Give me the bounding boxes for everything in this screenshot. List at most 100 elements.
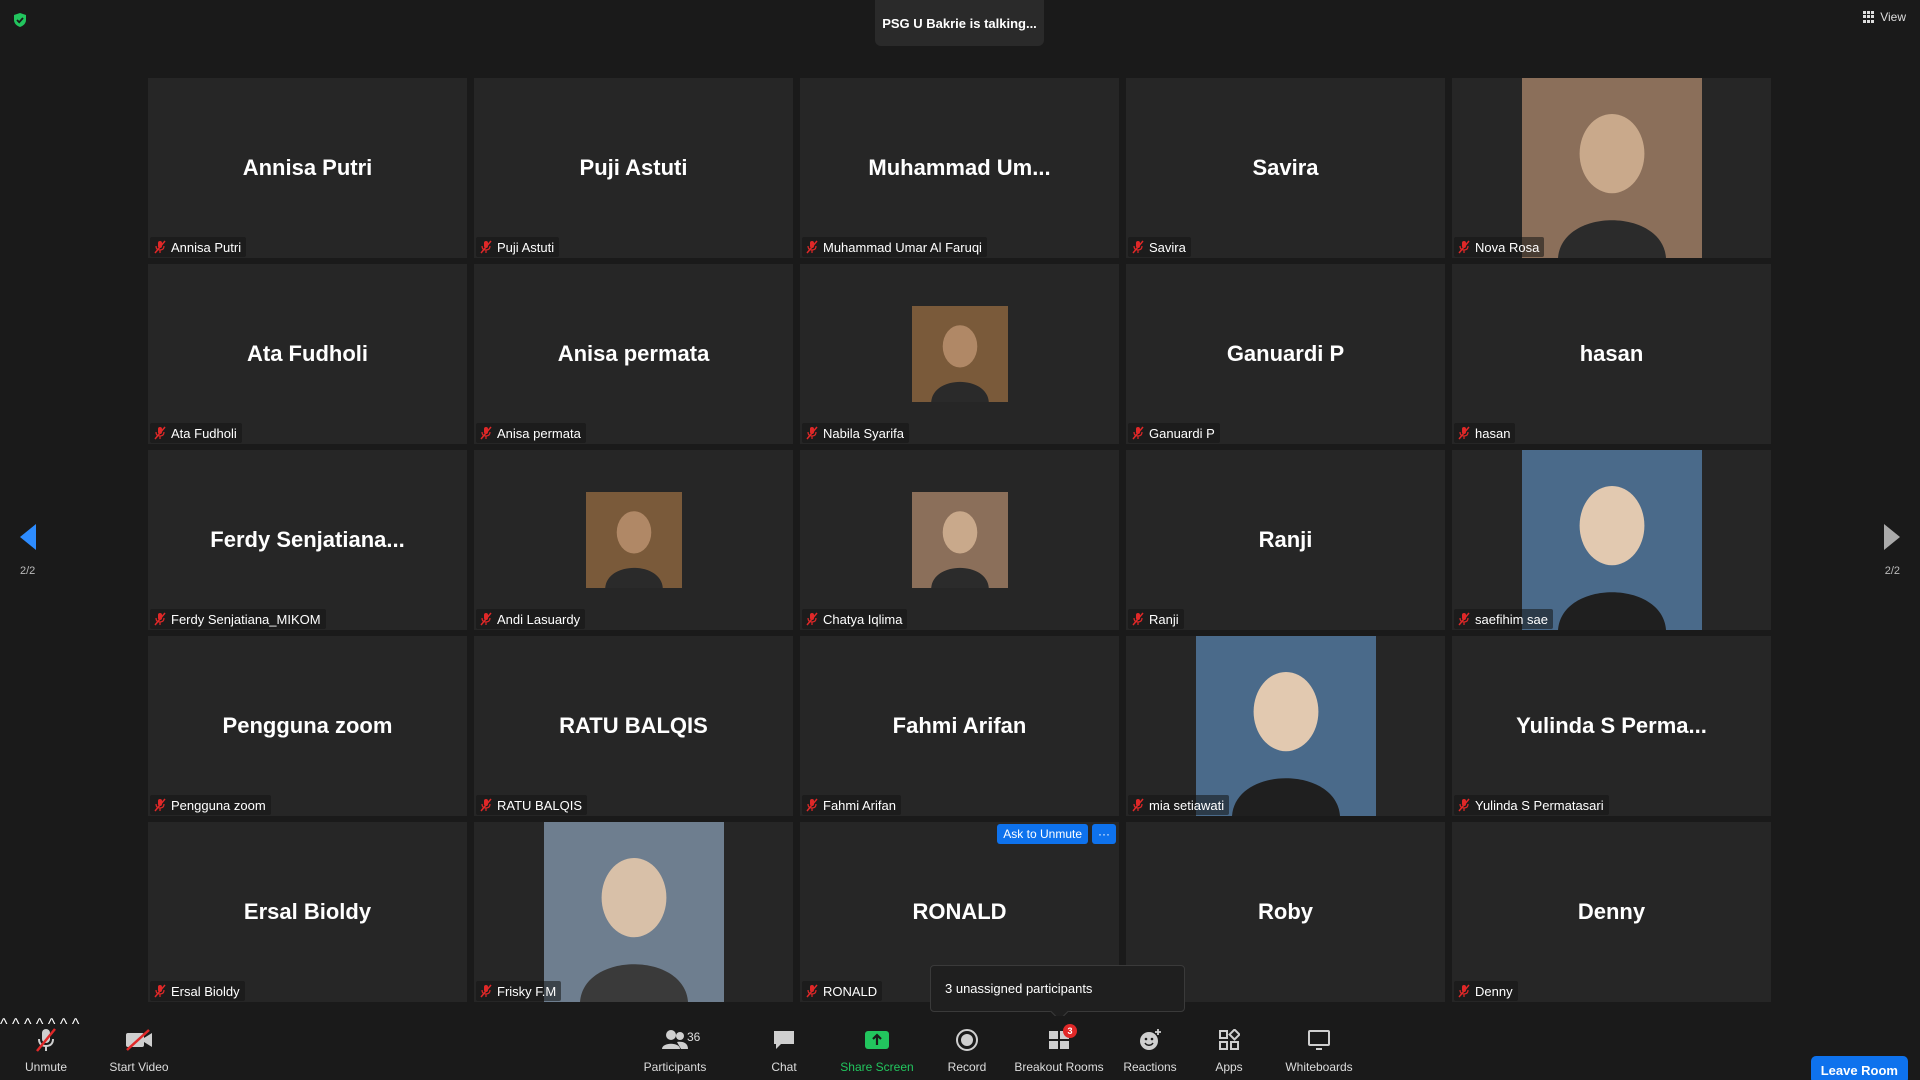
participant-name: Puji Astuti (497, 239, 555, 255)
muted-microphone-icon (1132, 798, 1144, 812)
participant-tile[interactable]: Ferdy Senjatiana... Ferdy Senjatiana_MIKO… (148, 450, 467, 630)
participant-name: Ersal Bioldy (171, 983, 240, 999)
participant-name-label: RATU BALQIS (476, 795, 588, 815)
share-screen-button[interactable]: Share Screen (840, 1016, 914, 1080)
participant-tile[interactable]: Fahmi Arifan Fahmi Arifan (800, 636, 1119, 816)
muted-microphone-icon (154, 240, 166, 254)
active-speaker-banner: PSG U Bakrie is talking... (875, 0, 1044, 46)
participants-icon: 36 (659, 1026, 700, 1054)
reactions-button[interactable]: Reactions (1123, 1016, 1177, 1080)
participant-tile[interactable]: Pengguna zoom Pengguna zoom (148, 636, 467, 816)
participant-tile[interactable]: Puji Astuti Puji Astuti (474, 78, 793, 258)
muted-microphone-icon (154, 984, 166, 998)
participant-video-thumbnail (911, 306, 1008, 402)
participant-tile[interactable]: Nabila Syarifa (800, 264, 1119, 444)
participant-tile[interactable]: Frisky F.M (474, 822, 793, 1002)
chat-button[interactable]: Chat (762, 1016, 806, 1080)
participant-display-name: RATU BALQIS (559, 713, 708, 738)
breakout-rooms-button[interactable]: 3 Breakout Rooms (1014, 1016, 1104, 1080)
start-video-button[interactable]: Start Video (106, 1016, 172, 1080)
participant-tile[interactable]: Muhammad Um... Muhammad Umar Al Faruqi (800, 78, 1119, 258)
whiteboards-options-caret[interactable]: ^ (72, 1016, 80, 1033)
participant-display-name: Ranji (1258, 527, 1313, 552)
muted-microphone-icon (1458, 612, 1470, 626)
participant-tile[interactable]: Savira Savira (1126, 78, 1445, 258)
participant-tile[interactable]: Anisa permata Anisa permata (474, 264, 793, 444)
participant-tile[interactable]: mia setiawati (1126, 636, 1445, 816)
next-page-arrow-icon[interactable] (1882, 522, 1902, 552)
apps-button[interactable]: Apps (1212, 1016, 1246, 1080)
participant-name: Ata Fudholi (171, 425, 237, 441)
participant-name: Denny (1475, 983, 1513, 999)
muted-microphone-icon (806, 798, 818, 812)
view-button[interactable]: View (1863, 10, 1906, 24)
audio-options-caret[interactable]: ^ (0, 1016, 8, 1033)
participant-display-name: Muhammad Um... (868, 155, 1051, 180)
breakout-rooms-icon: 3 (1043, 1024, 1077, 1054)
breakout-rooms-label: Breakout Rooms (1014, 1060, 1104, 1074)
more-options-button[interactable]: ··· (1092, 824, 1116, 844)
participant-tile[interactable]: Ranji Ranji (1126, 450, 1445, 630)
participant-name-label: Fahmi Arifan (802, 795, 901, 815)
whiteboards-label: Whiteboards (1285, 1060, 1353, 1074)
participant-tile[interactable]: Ganuardi P Ganuardi P (1126, 264, 1445, 444)
meeting-controls-toolbar: Unmute ^ Start Video ^ 36 Participants C… (0, 1016, 1920, 1080)
chat-bubble-icon (768, 1026, 800, 1054)
participant-tile[interactable]: Chatya Iqlima (800, 450, 1119, 630)
participant-display-name: hasan (1579, 341, 1644, 366)
participant-display-name: Pengguna zoom (222, 713, 393, 738)
video-off-icon (123, 1026, 155, 1054)
security-shield-icon[interactable] (12, 12, 28, 28)
muted-microphone-icon (154, 426, 166, 440)
participant-tile[interactable]: Nova Rosa (1452, 78, 1771, 258)
participants-button[interactable]: 36 Participants (640, 1016, 710, 1080)
video-options-caret[interactable]: ^ (12, 1016, 20, 1033)
participant-tile[interactable]: RATU BALQIS RATU BALQIS (474, 636, 793, 816)
participant-name: Nabila Syarifa (823, 425, 904, 441)
participant-tile[interactable]: Yulinda S Perma... Yulinda S Permatasari (1452, 636, 1771, 816)
participant-name: Annisa Putri (171, 239, 242, 255)
participant-name: Frisky F.M (497, 983, 557, 999)
participant-tile[interactable]: hasan hasan (1452, 264, 1771, 444)
unassigned-participants-tooltip: 3 unassigned participants (930, 965, 1185, 1012)
previous-page-arrow-icon[interactable] (18, 522, 38, 552)
whiteboard-icon (1303, 1026, 1335, 1054)
muted-microphone-icon (480, 240, 492, 254)
participant-name: Fahmi Arifan (823, 797, 896, 813)
muted-microphone-icon (1458, 984, 1470, 998)
leave-room-button[interactable]: Leave Room (1810, 1056, 1908, 1080)
participant-video-thumbnail (1521, 450, 1702, 630)
muted-microphone-icon (480, 798, 492, 812)
share-screen-label: Share Screen (840, 1060, 914, 1074)
breakout-rooms-badge: 3 (1063, 1024, 1077, 1038)
participant-tile[interactable]: Andi Lasuardy (474, 450, 793, 630)
participant-video-thumbnail (585, 492, 682, 588)
participant-tile[interactable]: Annisa Putri Annisa Putri (148, 78, 467, 258)
participant-tile[interactable]: Denny Denny (1452, 822, 1771, 1002)
unmute-button[interactable]: Unmute (20, 1016, 72, 1080)
participant-display-name: Anisa permata (557, 341, 710, 366)
participant-name: Nova Rosa (1475, 239, 1540, 255)
record-button[interactable]: Record (944, 1016, 990, 1080)
participant-name-label: Ata Fudholi (150, 423, 242, 443)
participant-name: Ganuardi P (1149, 425, 1215, 441)
participants-count: 36 (687, 1030, 701, 1044)
participant-name: Yulinda S Permatasari (1475, 797, 1604, 813)
participant-name-label: Ersal Bioldy (150, 981, 245, 1001)
participant-name-label: Ganuardi P (1128, 423, 1220, 443)
muted-microphone-icon (154, 798, 166, 812)
participant-name: Anisa permata (497, 425, 581, 441)
participant-tile[interactable]: Ata Fudholi Ata Fudholi (148, 264, 467, 444)
reactions-label: Reactions (1123, 1060, 1177, 1074)
participant-tile[interactable]: saefihim sae (1452, 450, 1771, 630)
participant-name-label: Annisa Putri (150, 237, 247, 257)
muted-microphone-icon (30, 1026, 62, 1054)
ask-to-unmute-button[interactable]: Ask to Unmute (997, 824, 1088, 844)
participant-tile[interactable]: Ersal Bioldy Ersal Bioldy (148, 822, 467, 1002)
participant-name-label: Muhammad Umar Al Faruqi (802, 237, 987, 257)
participant-video-thumbnail (1195, 636, 1376, 816)
participant-name: Chatya Iqlima (823, 611, 903, 627)
whiteboards-button[interactable]: Whiteboards (1284, 1016, 1354, 1080)
muted-microphone-icon (806, 612, 818, 626)
participant-name-label: Ferdy Senjatiana_MIKOM (150, 609, 326, 629)
